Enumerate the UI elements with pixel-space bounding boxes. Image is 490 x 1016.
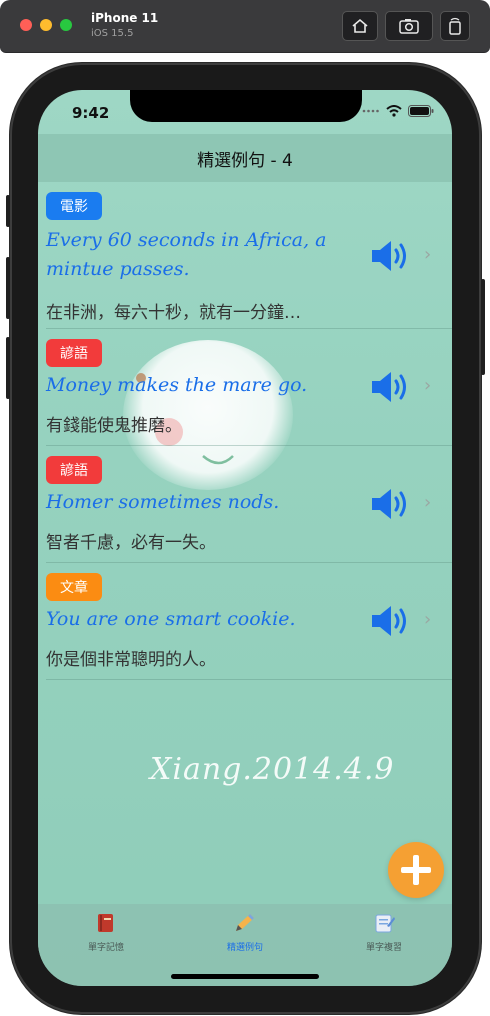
battery-icon — [408, 105, 434, 117]
chevron-right-icon: › — [424, 492, 432, 513]
speaker-icon[interactable] — [370, 239, 410, 273]
notepad-icon — [375, 914, 395, 933]
chevron-right-icon: › — [424, 244, 432, 265]
close-window-button[interactable] — [20, 19, 32, 31]
minimize-window-button[interactable] — [40, 19, 52, 31]
book-icon — [98, 914, 113, 932]
status-icons — [362, 105, 434, 117]
power-button — [481, 279, 485, 375]
volume-down-button — [6, 337, 10, 399]
simulator-titlebar: iPhone 11 iOS 15.5 — [0, 0, 490, 52]
tab-label: 單字複習 — [365, 943, 402, 953]
app-screen: Xiang.2014.4.9 9:42 精選例句 - 4 電影 Every 60… — [38, 90, 452, 986]
english-sentence: You are one smart cookie. — [46, 608, 296, 630]
chevron-right-icon: › — [424, 609, 432, 630]
english-sentence: Homer sometimes nods. — [46, 491, 280, 513]
screenshot-icon — [399, 19, 419, 34]
mute-switch — [6, 195, 10, 227]
device-os-version: iOS 15.5 — [91, 28, 134, 39]
volume-up-button — [6, 257, 10, 319]
tab-label: 精選例句 — [226, 943, 263, 953]
speaker-icon[interactable] — [370, 487, 410, 521]
tab-word-review[interactable]: 單字複習 — [334, 912, 434, 953]
zoom-window-button[interactable] — [60, 19, 72, 31]
english-sentence: Every 60 seconds in Africa, a mintue pas… — [46, 229, 327, 280]
category-tag: 諺語 — [46, 456, 102, 484]
english-sentence: Money makes the mare go. — [46, 374, 308, 396]
tab-selected-sentences[interactable]: 精選例句 — [195, 912, 295, 953]
signal-icon — [362, 109, 379, 113]
wifi-icon — [386, 105, 402, 117]
chinese-translation: 有錢能使鬼推磨。 — [46, 416, 182, 436]
category-tag: 電影 — [46, 192, 102, 220]
row-divider — [46, 679, 452, 680]
navigation-bar: 精選例句 - 4 — [38, 134, 452, 182]
notch — [130, 90, 362, 122]
chevron-right-icon: › — [424, 375, 432, 396]
screenshot-button[interactable] — [385, 11, 433, 41]
speaker-icon[interactable] — [370, 604, 410, 638]
list-item[interactable]: 電影 Every 60 seconds in Africa, a mintue … — [38, 182, 452, 329]
pencil-icon — [236, 914, 254, 931]
home-icon — [352, 18, 368, 33]
chinese-translation: 智者千慮，必有一失。 — [46, 533, 216, 553]
add-sentence-button[interactable] — [388, 842, 444, 898]
plus-icon — [401, 855, 431, 885]
page-title: 精選例句 - 4 — [197, 150, 293, 171]
home-button[interactable] — [342, 11, 378, 41]
chinese-translation: 你是個非常聰明的人。 — [46, 650, 216, 670]
tab-label: 單字記憶 — [87, 943, 124, 953]
rotate-button[interactable] — [440, 11, 470, 41]
device-name: iPhone 11 — [91, 11, 159, 25]
category-tag: 文章 — [46, 573, 102, 601]
chinese-translation: 在非洲，每六十秒，就有一分鐘… — [46, 303, 301, 323]
speaker-icon[interactable] — [370, 370, 410, 404]
category-tag: 諺語 — [46, 339, 102, 367]
list-item[interactable]: 文章 You are one smart cookie. 你是個非常聰明的人。 … — [38, 563, 452, 680]
list-item[interactable]: 諺語 Homer sometimes nods. 智者千慮，必有一失。 › — [38, 446, 452, 563]
status-time: 9:42 — [72, 104, 110, 122]
home-indicator[interactable] — [171, 974, 319, 979]
list-item[interactable]: 諺語 Money makes the mare go. 有錢能使鬼推磨。 › — [38, 329, 452, 446]
rotate-icon — [449, 17, 461, 35]
background-signature: Xiang.2014.4.9 — [150, 752, 395, 787]
tab-word-memory[interactable]: 單字記憶 — [56, 912, 156, 953]
